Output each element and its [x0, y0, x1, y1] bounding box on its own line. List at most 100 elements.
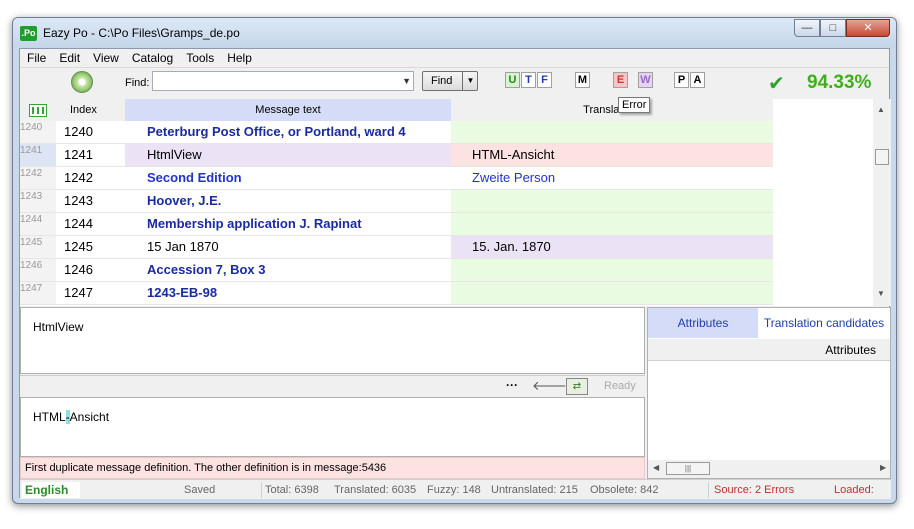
table-row[interactable]: 1244 1244 Membership application J. Rapina… [20, 213, 773, 236]
table-row[interactable]: 1246 1246 Accession 7, Box 3 [20, 259, 773, 282]
translated-text-cell[interactable] [451, 190, 773, 212]
window-title: Eazy Po - C:\Po Files\Gramps_de.po [43, 26, 240, 40]
attributes-column-header[interactable]: Attributes [648, 339, 890, 361]
table-row[interactable]: 1240 1240 Peterburg Post Office, or Portla… [20, 121, 773, 144]
menu-file[interactable]: File [20, 49, 52, 67]
translated-text-cell[interactable] [451, 213, 773, 235]
checkmark-icon: ✔ [768, 73, 785, 95]
row-number: 1247 [20, 282, 56, 304]
horizontal-scrollbar[interactable]: ◀ ||| ▶ [648, 460, 890, 478]
grid-blank-column [773, 99, 873, 306]
minimize-button[interactable]: — [794, 19, 820, 37]
translated-text-cell[interactable]: 15. Jan. 1870 [451, 236, 773, 258]
chevron-down-icon[interactable]: ▼ [402, 76, 411, 86]
row-index: 1246 [64, 262, 93, 277]
ready-status: Ready [604, 380, 636, 392]
scroll-left-icon[interactable]: ◀ [653, 463, 659, 472]
back-arrow-icon[interactable]: 🡐 [532, 378, 567, 394]
row-number: 1245 [20, 236, 56, 258]
saved-status: Saved [184, 484, 216, 496]
scroll-right-icon[interactable]: ▶ [880, 463, 886, 472]
translated-count: Translated: 6035 [334, 484, 417, 496]
columns-icon[interactable] [29, 104, 47, 117]
header-index[interactable]: Index [70, 99, 130, 121]
app-logo-icon: .Po [20, 26, 37, 41]
filter-f-button[interactable]: F [537, 72, 552, 88]
more-options-icon[interactable]: ··· [506, 378, 518, 392]
translation-text[interactable]: HTML-Ansicht [33, 410, 109, 424]
header-translated-text[interactable]: Translated t [451, 99, 773, 121]
source-text: HtmlView [33, 320, 84, 334]
source-text-pane: HtmlView [20, 307, 645, 374]
filter-m-button[interactable]: M [575, 72, 590, 88]
translated-text-cell[interactable] [451, 282, 773, 304]
header-message-text[interactable]: Message text [125, 99, 451, 121]
menu-edit[interactable]: Edit [52, 49, 86, 67]
error-message: First duplicate message definition. The … [25, 462, 387, 474]
menu-catalog[interactable]: Catalog [125, 49, 179, 67]
tab-translation-candidates[interactable]: Translation candidates [758, 308, 890, 338]
filter-p-button[interactable]: P [674, 72, 689, 88]
message-text-cell[interactable]: Hoover, J.E. [125, 190, 451, 212]
table-row[interactable]: 1243 1243 Hoover, J.E. [20, 190, 773, 213]
menu-help[interactable]: Help [220, 49, 258, 67]
find-button[interactable]: Find ▼ [422, 71, 478, 91]
message-text-cell[interactable]: Membership application J. Rapinat [125, 213, 451, 235]
translated-percent: 94.33% [807, 72, 872, 93]
app-window: .Po Eazy Po - C:\Po Files\Gramps_de.po —… [12, 17, 897, 504]
message-text-cell[interactable]: Accession 7, Box 3 [125, 259, 451, 281]
table-row[interactable]: 1242 1242 Second Edition Zweite Person [20, 167, 773, 190]
menu-view[interactable]: View [86, 49, 125, 67]
find-button-label: Find [431, 75, 453, 87]
grid-vertical-scrollbar[interactable]: ▲ ▼ [873, 99, 891, 306]
translated-text-cell[interactable] [451, 259, 773, 281]
language-status: English [22, 482, 80, 498]
filter-t-button[interactable]: T [521, 72, 536, 88]
catalog-disc-icon[interactable] [71, 71, 93, 93]
error-message-bar: First duplicate message definition. The … [20, 457, 645, 479]
tab-attributes[interactable]: Attributes [648, 308, 758, 338]
status-bar: English Saved Total: 6398 Translated: 60… [20, 479, 891, 499]
row-number: 1243 [20, 190, 56, 212]
row-index: 1247 [64, 285, 93, 300]
client-area: File Edit View Catalog Tools Help Find: … [19, 48, 891, 499]
find-input[interactable]: ▼ [152, 71, 414, 91]
message-text-cell[interactable]: Second Edition [125, 167, 451, 189]
message-text-cell[interactable]: 1243-EB-98 [125, 282, 451, 304]
table-row[interactable]: 1247 1247 1243-EB-98 [20, 282, 773, 305]
untranslated-count: Untranslated: 215 [491, 484, 578, 496]
row-number: 1240 [20, 121, 56, 143]
scrollbar-thumb[interactable]: ||| [666, 462, 710, 475]
title-bar[interactable]: .Po Eazy Po - C:\Po Files\Gramps_de.po —… [13, 18, 896, 48]
scroll-down-icon[interactable]: ▼ [877, 289, 885, 298]
message-text-cell[interactable]: HtmlView [125, 144, 451, 166]
source-errors-status: Source: 2 Errors [714, 484, 795, 496]
translated-text-cell[interactable]: HTML-Ansicht [451, 144, 773, 166]
filter-u-button[interactable]: U [505, 72, 520, 88]
close-button[interactable]: ✕ [846, 19, 890, 37]
table-row[interactable]: 1245 1245 15 Jan 1870 15. Jan. 1870 [20, 236, 773, 259]
right-panel: Attributes Translation candidates Attrib… [647, 307, 891, 479]
maximize-button[interactable]: □ [820, 19, 846, 37]
menu-tools[interactable]: Tools [179, 49, 220, 67]
total-count: Total: 6398 [265, 484, 319, 496]
message-text-cell[interactable]: 15 Jan 1870 [125, 236, 451, 258]
row-number: 1246 [20, 259, 56, 281]
filter-a-button[interactable]: A [690, 72, 705, 88]
scroll-up-icon[interactable]: ▲ [877, 105, 885, 114]
row-number: 1244 [20, 213, 56, 235]
scrollbar-thumb[interactable] [875, 149, 889, 165]
translated-text-cell[interactable]: Zweite Person [451, 167, 773, 189]
filter-e-button[interactable]: E [613, 72, 628, 88]
row-index: 1241 [64, 147, 93, 162]
find-label: Find: [125, 77, 150, 89]
message-text-cell[interactable]: Peterburg Post Office, or Portland, ward… [125, 121, 451, 143]
edit-toolbar: ··· 🡐 ⇄ Ready [20, 375, 645, 396]
row-number: 1242 [20, 167, 56, 189]
table-row[interactable]: 1241 1241 HtmlView HTML-Ansicht [20, 144, 773, 167]
translated-text-cell[interactable] [451, 121, 773, 143]
translation-editor[interactable]: HTML-Ansicht [20, 397, 645, 457]
find-dropdown-icon[interactable]: ▼ [462, 72, 478, 90]
filter-w-button[interactable]: W [638, 72, 653, 88]
copy-source-icon[interactable]: ⇄ [566, 378, 588, 395]
